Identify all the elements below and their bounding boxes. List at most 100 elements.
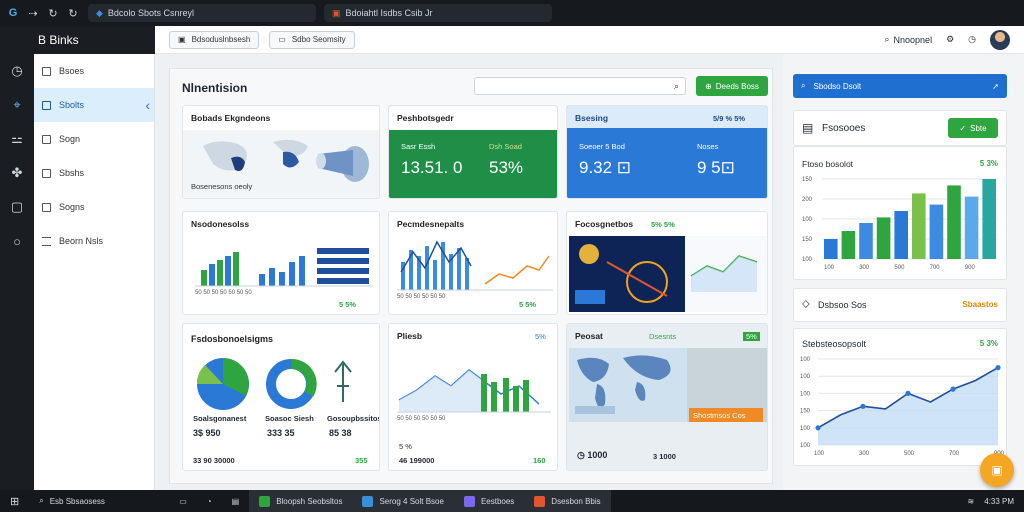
rail-square-icon[interactable]: ▢ (0, 190, 34, 224)
cursor-icon: ➚ (992, 81, 999, 91)
folder-icon: ▤ (802, 121, 814, 135)
system-tray[interactable]: ≋ 4:33 PM (958, 490, 1024, 512)
folder-app-icon[interactable]: ▤ (222, 490, 250, 512)
clock-icon[interactable]: ◷ (968, 34, 976, 45)
taskbar: ⊞ ⌕ Esb Sbsaosess ▭ ◔ ▤ Bloopsh Seobsltos… (0, 490, 1024, 512)
data-point (905, 390, 911, 396)
line-chart: 100100150100100100100300500700900 (800, 357, 1005, 457)
data-point (950, 386, 956, 392)
cta-banner[interactable]: Shostmsos Cos (689, 408, 763, 422)
bar (964, 196, 979, 259)
x-tick-label: 300 (859, 265, 870, 271)
top-button-1[interactable]: ▣ Bdsoduslnbsesh (169, 30, 260, 49)
right-primary-button[interactable]: ⌕ Sbodso Dsolt ➚ (793, 74, 1007, 98)
avatar[interactable] (990, 29, 1010, 50)
rail-tools-icon[interactable]: ✤ (0, 156, 34, 190)
blue-kpi-card[interactable]: Bsesing 5/9 % 5% Bsesing 5/9 % 5% Soeoer… (566, 105, 768, 199)
x-tick-label: 500 (894, 265, 905, 271)
sidebar-item-1[interactable]: Bsoes (34, 54, 154, 88)
check-icon: ✓ (959, 123, 967, 133)
plus-icon: ⊕ (705, 81, 712, 91)
line-card[interactable]: Pliesb 5% 50 50 50 50 50 50 5 % 46 19900… (388, 323, 558, 471)
google-icon[interactable]: G (6, 6, 20, 20)
reload-icon[interactable]: ↻ (46, 6, 60, 20)
list-icon (42, 236, 51, 246)
task-view-icon[interactable]: ▭ (169, 490, 197, 512)
mini-line-chart: 50 50 50 50 50 50 (397, 369, 551, 422)
promo-banner-image (569, 236, 767, 312)
clock-readout: ◷ 1000 (577, 450, 608, 460)
x-tick-label: 100 (814, 451, 825, 457)
svg-text:50 50 50 50 50 50: 50 50 50 50 50 50 (397, 416, 446, 422)
x-tick-label: 100 (824, 265, 835, 271)
x-tick-label: 900 (965, 265, 976, 271)
top-right-label[interactable]: Nnoopnel (894, 35, 933, 45)
status-card: ⬦ Dsbsoo Sos Sbaastos (793, 288, 1007, 322)
sidebar-item-4[interactable]: Sbshs (34, 156, 154, 190)
donut-card[interactable]: Fsdosbonoelsigms Soalsgonanest Soasoc Si… (182, 323, 380, 471)
bar (982, 179, 996, 259)
clock: 4:33 PM (984, 496, 1014, 506)
x-tick-label: 700 (930, 265, 941, 271)
app-icon (259, 495, 271, 507)
y-tick-label: 100 (800, 357, 811, 363)
x-tick-label: 500 (904, 451, 915, 457)
rail-clock-icon[interactable]: ◷ (0, 54, 34, 88)
search-icon: ⌕ (39, 496, 44, 505)
bar (947, 185, 961, 259)
bar-card-1[interactable]: Nsodonesolss 50 50 50 50 50 50 50 5 5% (182, 211, 380, 315)
bar (876, 217, 891, 259)
resources-button[interactable]: ✓ Sbte (948, 118, 998, 138)
browser-tab-2[interactable]: ▣ Bdoiahtl Isdbs Csib Jr (324, 4, 552, 22)
refresh-icon[interactable]: ↻ (66, 6, 80, 20)
chat-app-icon[interactable]: ◔ (197, 490, 222, 512)
y-tick-label: 100 (802, 217, 813, 223)
dashboard-panel: Nlnentision ⌕ ⊕ Deeds Boss Bobads Ekgndeo… (169, 68, 773, 484)
primary-action-button[interactable]: ⊕ Deeds Boss (696, 76, 768, 96)
search-icon: ⌕ (801, 81, 806, 90)
bar-card-2[interactable]: Pecmdesnepalts 50 50 50 50 50 50 5 5% (388, 211, 558, 315)
chevron-left-icon[interactable]: ‹ (145, 97, 150, 113)
taskbar-search[interactable]: ⌕ Esb Sbsaosess (29, 490, 169, 512)
bar (859, 223, 873, 259)
taskbar-app-2[interactable]: Serog 4 Solt Bsoe (352, 490, 454, 512)
y-tick-label: 150 (800, 409, 811, 415)
x-tick-label: 300 (859, 451, 870, 457)
bar (912, 193, 926, 259)
search-input[interactable]: ⌕ (474, 77, 686, 95)
forward-icon[interactable]: ⇢ (26, 6, 40, 20)
y-tick-label: 150 (802, 177, 813, 183)
tab-favicon-icon: ▣ (332, 7, 341, 18)
taskbar-app-1[interactable]: Bloopsh Seobsltos (249, 490, 353, 512)
sidebar-item-6[interactable]: Beorn Nsls (34, 224, 154, 258)
y-tick-label: 100 (800, 391, 811, 397)
taskbar-app-4[interactable]: Dsesbon Bbis (524, 490, 611, 512)
sidebar-item-5[interactable]: Sogns (34, 190, 154, 224)
sidebar-item-3[interactable]: Sogn (34, 122, 154, 156)
top-button-2[interactable]: ▭ Sdbo Seomsity (269, 30, 355, 49)
rail-pin-icon[interactable]: ⌖ (0, 88, 34, 122)
y-tick-label: 100 (800, 374, 811, 380)
gear-icon[interactable]: ⚙ (946, 34, 954, 45)
sidebar: Bsoes Sbolts ‹ Sogn Sbshs Sogns Beorn Nsl… (34, 54, 155, 490)
taskbar-app-3[interactable]: Eestboes (453, 490, 525, 512)
promo-card[interactable]: Focosgnetbos 5% 5% (566, 211, 768, 315)
y-tick-label: 150 (802, 237, 813, 243)
floating-chat-button[interactable]: ▣ (980, 453, 1014, 487)
main-area: Nlnentision ⌕ ⊕ Deeds Boss Bobads Ekgndeo… (155, 54, 783, 490)
area-fill (818, 367, 998, 445)
bar-chart: 100 150 100 200 150 100 300 500 700 900 (802, 177, 998, 271)
green-kpi-card[interactable]: Peshbotsgedr Sasr Essh Dsh Soad 13.51. 0… (388, 105, 558, 199)
browser-tab-1[interactable]: ◆ Bdcolo Sbots Csnreyl (88, 4, 316, 22)
rail-circle-icon[interactable]: ○ (0, 224, 34, 258)
start-button[interactable]: ⊞ (0, 490, 29, 512)
world-map-card[interactable]: Peosat Dsesnts 5% Shostmsos Cos ◷ 1000 3… (566, 323, 768, 471)
map-card[interactable]: Bobads Ekgndeons Bosenesons oeoly (182, 105, 380, 199)
search-icon[interactable]: ⌕ (884, 34, 889, 45)
rail-chart-icon[interactable]: ⚍ (0, 122, 34, 156)
doc-icon (42, 202, 51, 212)
donut-charts (196, 358, 352, 410)
page-title: Nlnentision (182, 81, 248, 95)
file-icon: ▭ (278, 35, 286, 44)
sidebar-item-2[interactable]: Sbolts ‹ (34, 88, 154, 122)
